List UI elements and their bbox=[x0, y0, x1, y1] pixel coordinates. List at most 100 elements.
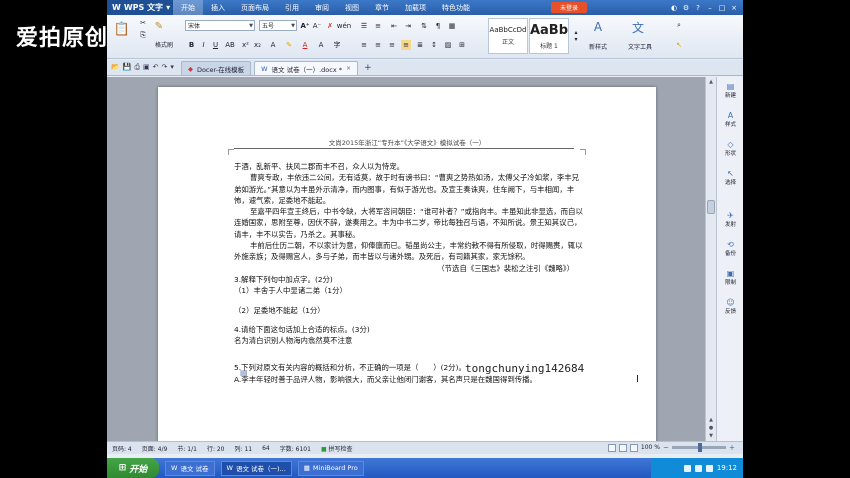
align-center-icon[interactable]: ≡ bbox=[373, 40, 383, 50]
style-gallery-scroll[interactable]: ▴ ▾ bbox=[572, 18, 580, 54]
char-border-icon[interactable]: A bbox=[315, 40, 327, 50]
shading-icon[interactable]: ▨ bbox=[443, 40, 453, 50]
paste-icon[interactable]: 📋 bbox=[111, 19, 133, 39]
menu-home[interactable]: 开始 bbox=[173, 0, 203, 15]
save-icon[interactable]: 💾 bbox=[123, 63, 132, 71]
volume-icon[interactable] bbox=[694, 464, 702, 472]
print-icon[interactable]: ⎙ bbox=[134, 63, 140, 72]
side-restrict[interactable]: ▣ 限制 bbox=[717, 268, 743, 287]
increase-indent-icon[interactable]: ⇥ bbox=[403, 20, 413, 31]
italic-icon[interactable]: I bbox=[199, 40, 208, 50]
status-spell-check[interactable]: 拼写检查 bbox=[316, 444, 358, 453]
menu-review[interactable]: 审阅 bbox=[307, 0, 337, 15]
cut-icon[interactable]: ✂ bbox=[137, 18, 149, 28]
bold-icon[interactable]: B bbox=[187, 40, 196, 50]
copy-icon[interactable]: ⎘ bbox=[137, 30, 149, 40]
start-button[interactable]: ⊞ 开始 bbox=[107, 458, 159, 478]
text-effect-icon[interactable]: A bbox=[267, 40, 279, 50]
status-column[interactable]: 列: 11 bbox=[230, 444, 258, 453]
redo-icon[interactable]: ↷ bbox=[162, 63, 168, 71]
highlight-icon[interactable]: ✎ bbox=[283, 40, 295, 50]
input-method-icon[interactable] bbox=[705, 464, 713, 472]
open-icon[interactable]: 📂 bbox=[111, 63, 120, 71]
char-shading-icon[interactable]: 字 bbox=[331, 40, 343, 50]
menu-page-layout[interactable]: 页面布局 bbox=[233, 0, 277, 15]
font-size-select[interactable]: 五号 ▼ bbox=[259, 20, 297, 31]
next-page-icon[interactable]: ▼ bbox=[706, 433, 716, 439]
line-spacing-icon[interactable]: ↕ bbox=[429, 40, 439, 50]
outline-view-icon[interactable] bbox=[629, 443, 638, 452]
align-left-icon[interactable]: ≡ bbox=[359, 40, 369, 50]
document-body[interactable]: 于酒，乱新平、扶风二郡而丰不召，众人以为恃宠。 曹爽专政，丰依违二公间，无有适莫… bbox=[234, 161, 584, 385]
superscript-icon[interactable]: x² bbox=[241, 40, 250, 50]
menu-chapter[interactable]: 章节 bbox=[367, 0, 397, 15]
side-backup[interactable]: ⟲ 备份 bbox=[717, 239, 743, 258]
text-tools-button[interactable]: 文字工具 bbox=[621, 41, 659, 51]
menu-special[interactable]: 特色功能 bbox=[434, 0, 478, 15]
clock[interactable]: 19:12 bbox=[717, 464, 737, 472]
status-value[interactable]: 64 bbox=[257, 445, 275, 452]
close-tab-icon[interactable]: × bbox=[346, 65, 351, 72]
bullet-list-icon[interactable]: ☰ bbox=[359, 20, 369, 31]
pinyin-icon[interactable]: wén bbox=[337, 20, 351, 31]
maximize-icon[interactable]: □ bbox=[717, 3, 727, 13]
align-right-icon[interactable]: ≡ bbox=[387, 40, 397, 50]
border-icon[interactable]: ⊞ bbox=[457, 40, 467, 50]
network-icon[interactable] bbox=[683, 464, 691, 472]
justify-icon[interactable]: ≡ bbox=[401, 40, 411, 50]
zoom-slider[interactable] bbox=[671, 443, 726, 452]
font-color-icon[interactable]: A bbox=[299, 40, 311, 50]
select-icon[interactable]: ↖ bbox=[673, 39, 685, 51]
font-name-select[interactable]: 宋体 ▼ bbox=[185, 20, 255, 31]
taskbar-item-doc-active[interactable]: W 语文 试卷（一)... bbox=[220, 460, 292, 476]
scroll-thumb[interactable] bbox=[707, 200, 715, 214]
format-painter-button[interactable]: 格式刷 bbox=[149, 39, 179, 49]
side-styles[interactable]: A 样式 bbox=[717, 110, 743, 129]
strikethrough-icon[interactable]: AB bbox=[223, 40, 237, 50]
menu-addins[interactable]: 加载项 bbox=[397, 0, 434, 15]
zoom-level[interactable]: 100 % bbox=[641, 444, 660, 451]
menu-view[interactable]: 视图 bbox=[337, 0, 367, 15]
close-icon[interactable]: × bbox=[729, 3, 739, 13]
minimize-icon[interactable]: – bbox=[705, 3, 715, 13]
sort-icon[interactable]: ⇅ bbox=[419, 20, 429, 31]
distribute-icon[interactable]: ≣ bbox=[415, 40, 425, 50]
show-marks-icon[interactable]: ¶ bbox=[433, 20, 443, 31]
side-feedback[interactable]: ☺ 反馈 bbox=[717, 297, 743, 316]
select-browse-icon[interactable]: ● bbox=[706, 425, 716, 431]
style-heading-1[interactable]: AaBb 标题 1 bbox=[529, 18, 569, 54]
settings-icon[interactable]: ⚙ bbox=[681, 3, 691, 13]
document-page[interactable]: 文尚2015年浙江“专升本”《大学语文》模拟试卷（一） ▤ 于酒，乱新平、扶风二… bbox=[158, 87, 656, 441]
vertical-scrollbar[interactable]: ▲ ▲ ● ▼ bbox=[705, 77, 716, 441]
menu-insert[interactable]: 插入 bbox=[203, 0, 233, 15]
subscript-icon[interactable]: x₂ bbox=[253, 40, 262, 50]
taskbar-item-doc[interactable]: W 语文 试卷 bbox=[165, 460, 215, 476]
menu-references[interactable]: 引用 bbox=[277, 0, 307, 15]
taskbar-item-miniboard[interactable]: ▦ MiniBoard Pro bbox=[297, 460, 364, 476]
status-word-count[interactable]: 字数: 6101 bbox=[275, 444, 316, 453]
tab-docer-templates[interactable]: ◆ Docer-在线模板 bbox=[180, 61, 252, 75]
grow-font-icon[interactable]: A⁺ bbox=[300, 20, 310, 31]
prev-page-icon[interactable]: ▲ bbox=[706, 417, 716, 423]
text-tools-icon[interactable]: 文 bbox=[623, 19, 653, 35]
preview-icon[interactable]: ▣ bbox=[143, 63, 150, 71]
shrink-font-icon[interactable]: A⁻ bbox=[312, 20, 322, 31]
zoom-in-icon[interactable]: ＋ bbox=[729, 443, 735, 452]
table-icon[interactable]: ▦ bbox=[447, 20, 457, 31]
wps-app-button[interactable]: W WPS 文字 ▾ bbox=[107, 0, 173, 15]
status-page-number[interactable]: 页码: 4 bbox=[107, 444, 137, 453]
format-painter-icon[interactable]: ✎ bbox=[151, 19, 167, 33]
new-tab-button[interactable]: + bbox=[358, 61, 378, 75]
number-list-icon[interactable]: ≡ bbox=[373, 20, 383, 31]
tab-current-document[interactable]: W 语文 试卷（一）.docx * × bbox=[254, 61, 359, 75]
page-view-icon[interactable] bbox=[607, 443, 616, 452]
skin-icon[interactable]: ◐ bbox=[669, 3, 679, 13]
status-row[interactable]: 行: 20 bbox=[202, 444, 230, 453]
help-icon[interactable]: ? bbox=[693, 3, 703, 13]
clear-format-icon[interactable]: ✗ bbox=[325, 20, 335, 31]
new-style-icon[interactable]: A bbox=[583, 19, 613, 35]
style-normal[interactable]: AaBbCcDd 正文 bbox=[488, 18, 528, 54]
find-replace-icon[interactable]: ⌕ bbox=[673, 19, 685, 31]
login-button[interactable]: 未登录 bbox=[551, 2, 587, 13]
chevron-down-icon[interactable]: ▾ bbox=[170, 63, 174, 71]
